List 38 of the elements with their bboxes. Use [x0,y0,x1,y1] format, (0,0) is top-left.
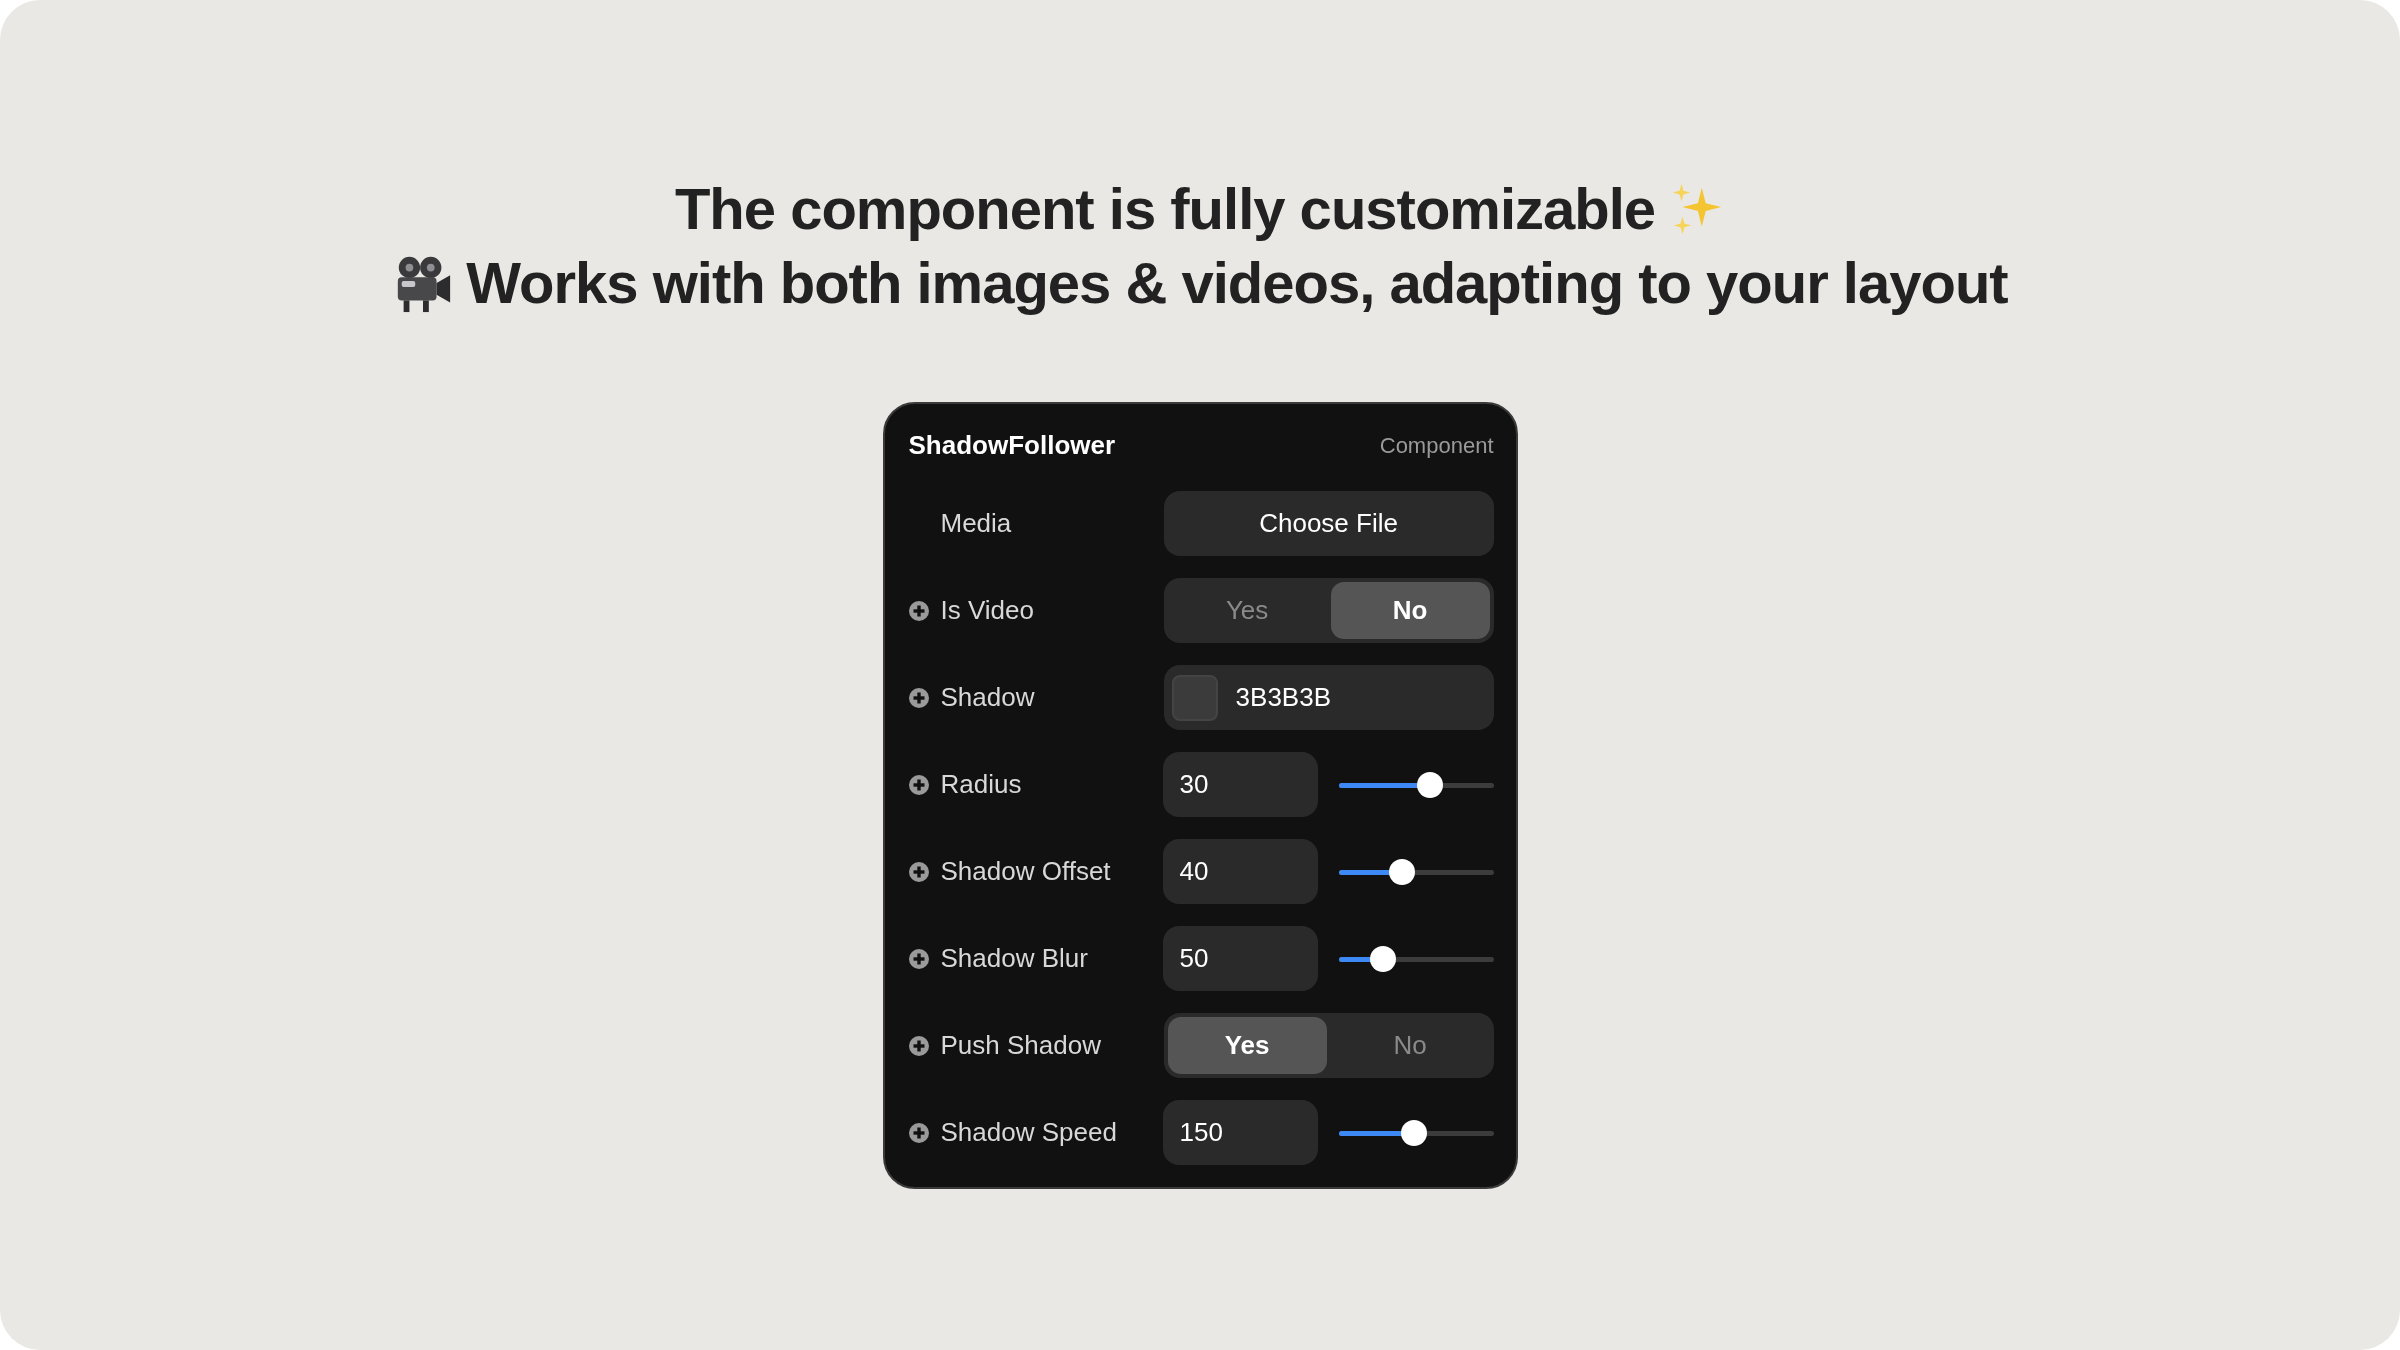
plus-icon[interactable] [908,600,929,621]
slider-track[interactable] [1338,1119,1494,1146]
property-label: Shadow Offset [940,856,1111,887]
property-label: Media [940,508,1012,539]
property-label: Push Shadow [940,1030,1101,1061]
slider-thumb[interactable] [1370,945,1397,972]
plus-icon[interactable] [908,861,929,882]
plus-icon[interactable] [908,1122,929,1143]
number-field[interactable]: 30 [1162,752,1318,817]
property-label: Radius [940,769,1022,800]
plus-icon[interactable] [908,948,929,969]
plus-icon[interactable] [908,687,929,708]
property-label: Shadow Blur [940,943,1088,974]
slider-track[interactable] [1338,858,1494,885]
number-field[interactable]: 50 [1162,926,1318,991]
panel-subtitle: Component [1379,432,1494,459]
heading-line: The component is fully customizable [674,175,1656,243]
choose-file-button[interactable]: Choose File [1163,491,1494,556]
slider-thumb[interactable] [1389,858,1416,885]
segment-option[interactable]: No [1330,1017,1490,1074]
plus-icon[interactable] [908,774,929,795]
segment-option[interactable]: Yes [1167,1017,1327,1074]
slider-track[interactable] [1338,771,1494,798]
property-label: Shadow Speed [940,1117,1117,1148]
segment-option[interactable]: No [1330,582,1490,639]
property-label: Shadow [940,682,1035,713]
plus-icon[interactable] [908,1035,929,1056]
slider-thumb[interactable] [1416,771,1443,798]
number-field[interactable]: 150 [1162,1100,1318,1165]
slider-thumb[interactable] [1401,1119,1428,1146]
slider-track[interactable] [1338,945,1494,972]
number-field[interactable]: 40 [1162,839,1318,904]
panel-title: ShadowFollower [908,430,1116,461]
heading-line: Works with both images & videos, adapting to your layout [466,249,2008,317]
color-field[interactable]: 3B3B3B [1163,665,1494,730]
segment-option[interactable]: Yes [1167,582,1327,639]
color-swatch[interactable] [1171,674,1218,721]
property-label: Is Video [940,595,1034,626]
